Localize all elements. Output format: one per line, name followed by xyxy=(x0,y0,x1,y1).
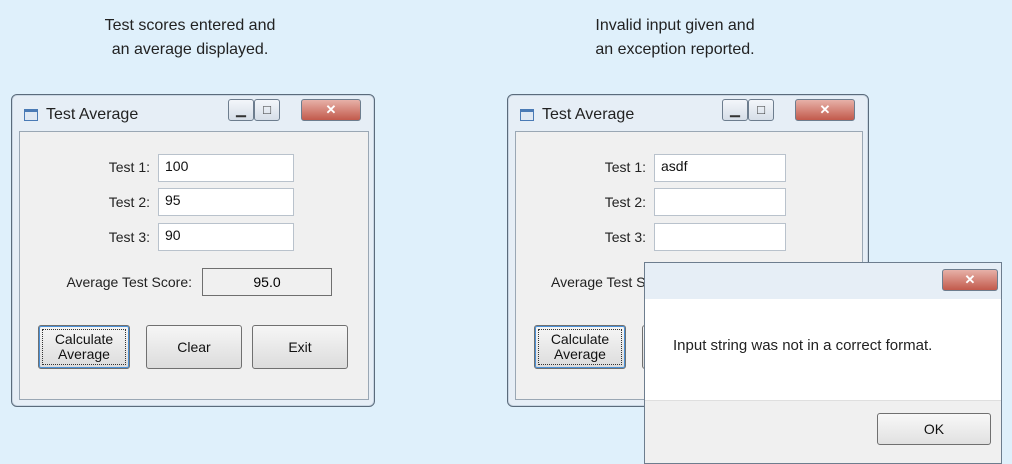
test2-label: Test 2: xyxy=(604,194,646,210)
left-titlebar[interactable]: Test Average ▁ □ ✕ xyxy=(12,95,374,131)
minimize-button[interactable]: ▁ xyxy=(228,99,254,121)
left-client-area: Test 1: 100 Test 2: 95 Test 3: 90 Averag… xyxy=(19,131,369,400)
right-titlebar[interactable]: Test Average ▁ □ ✕ xyxy=(508,95,868,131)
test1-input[interactable]: asdf xyxy=(654,154,786,182)
close-button[interactable]: ✕ xyxy=(795,99,855,121)
clear-button[interactable]: Clear xyxy=(146,325,242,369)
window-title: Test Average xyxy=(542,106,635,123)
left-caption-line2: an average displayed. xyxy=(111,41,269,58)
ok-button[interactable]: OK xyxy=(877,413,991,445)
minimize-icon: ▁ xyxy=(236,102,246,117)
left-test-average-window: Test Average ▁ □ ✕ Test 1: 100 Test 2: 9… xyxy=(11,94,375,407)
right-caption-line2: an exception reported. xyxy=(595,41,755,58)
average-label: Average Test Score: xyxy=(66,274,192,290)
minimize-button[interactable]: ▁ xyxy=(722,99,748,121)
exit-button[interactable]: Exit xyxy=(252,325,348,369)
maximize-button[interactable]: □ xyxy=(748,99,774,121)
test1-label: Test 1: xyxy=(604,159,646,175)
close-icon: ✕ xyxy=(819,102,831,117)
test3-label: Test 3: xyxy=(604,229,646,245)
message-box-body: Input string was not in a correct format… xyxy=(645,299,1001,395)
test2-input[interactable] xyxy=(654,188,786,216)
window-title: Test Average xyxy=(46,106,139,123)
test1-input[interactable]: 100 xyxy=(158,154,294,182)
close-button[interactable]: ✕ xyxy=(301,99,361,121)
close-icon: ✕ xyxy=(964,272,976,287)
app-icon xyxy=(520,109,534,121)
calculate-average-button[interactable]: Calculate Average xyxy=(534,325,626,369)
minimize-icon: ▁ xyxy=(730,102,740,117)
close-button[interactable]: ✕ xyxy=(942,269,998,291)
maximize-icon: □ xyxy=(757,102,765,117)
close-icon: ✕ xyxy=(325,102,337,117)
left-caption: Test scores entered and an average displ… xyxy=(70,14,310,62)
app-icon xyxy=(24,109,38,121)
test1-label: Test 1: xyxy=(108,159,150,175)
test3-input[interactable] xyxy=(654,223,786,251)
test2-label: Test 2: xyxy=(108,194,150,210)
test2-input[interactable]: 95 xyxy=(158,188,294,216)
calculate-average-button[interactable]: Calculate Average xyxy=(38,325,130,369)
error-message-box: ✕ Input string was not in a correct form… xyxy=(644,262,1002,464)
left-caption-line1: Test scores entered and xyxy=(104,17,276,34)
average-output: 95.0 xyxy=(202,268,332,296)
maximize-icon: □ xyxy=(263,102,271,117)
message-box-footer: OK xyxy=(645,400,1001,463)
test3-input[interactable]: 90 xyxy=(158,223,294,251)
right-caption-line1: Invalid input given and xyxy=(595,17,755,34)
right-caption: Invalid input given and an exception rep… xyxy=(555,14,795,62)
error-message: Input string was not in a correct format… xyxy=(673,337,933,354)
maximize-button[interactable]: □ xyxy=(254,99,280,121)
test3-label: Test 3: xyxy=(108,229,150,245)
message-box-titlebar[interactable]: ✕ xyxy=(645,263,1001,300)
